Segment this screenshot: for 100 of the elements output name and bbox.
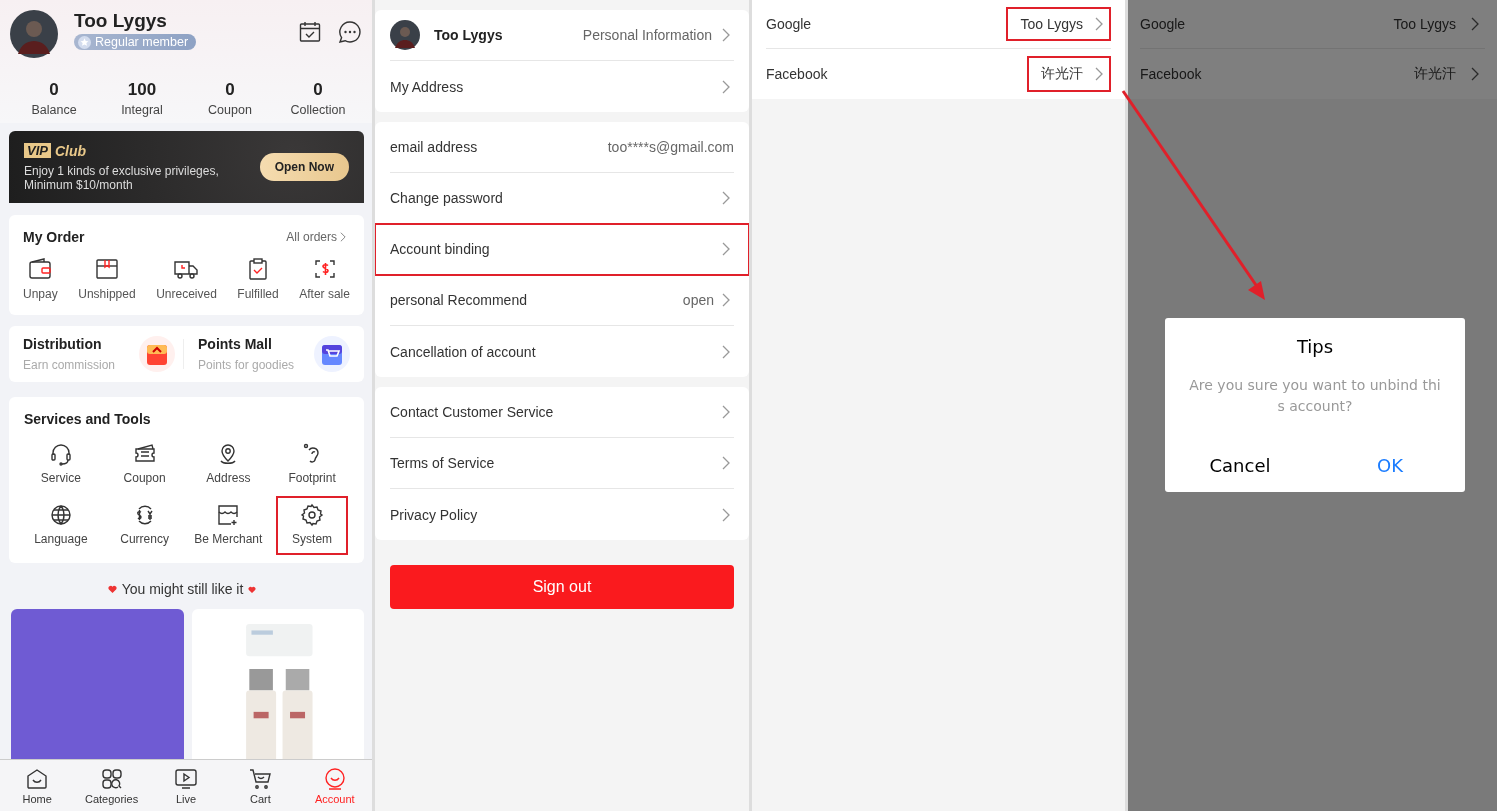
bound-account[interactable]: 许光汗 [1027,56,1111,92]
dollar-exchange-icon[interactable] [312,257,337,281]
globe-icon [48,503,73,527]
service-item[interactable]: Address [188,435,269,494]
row-label: Contact Customer Service [390,404,554,420]
smile-icon [322,766,347,791]
account-name: Too Lygys [1393,16,1456,32]
tab-bar-item[interactable]: Home [7,766,68,805]
tab-bar-item[interactable]: Categories [81,766,142,805]
open-now-button[interactable]: Open Now [259,153,349,181]
chevron-right-icon [1471,17,1479,31]
service-item[interactable]: Footprint [272,435,352,494]
order-status-label[interactable]: Unpay [23,287,58,301]
bound-account[interactable]: Too Lygys [1006,7,1111,41]
stat-label: Balance [31,103,77,117]
calendar-check-icon[interactable] [298,20,322,44]
account-name: 许光汗 [1041,65,1083,83]
row-value: too****s@gmail.com [607,139,734,155]
box-icon[interactable] [94,257,119,281]
settings-icon [300,503,325,527]
heart-icon [107,585,117,593]
stat-value: 0 [313,80,323,100]
row-label: Change password [390,190,503,206]
service-item[interactable]: System [276,496,348,555]
settings-row[interactable]: Account binding [375,224,749,275]
promo-title[interactable]: Points Mall [198,336,295,352]
stat-label: Coupon [208,103,252,117]
row-label: My Address [390,78,464,95]
avatar [10,10,58,58]
grid-icon [99,766,124,791]
dialog-title: Tips [1296,336,1334,357]
row-value: open [682,292,714,308]
stat-label: Integral [121,103,163,117]
settings-row[interactable]: Cancellation of account [390,326,734,377]
cart-icon [248,766,273,791]
home-icon [25,766,50,791]
tab-bar-item[interactable]: Account [304,766,365,805]
personal-information-link[interactable]: Personal Information [582,27,712,43]
order-status-label[interactable]: After sale [299,287,350,301]
storefront-icon [216,503,241,527]
tab-bar-item[interactable]: Cart [230,766,291,805]
order-status-label[interactable]: Fulfilled [237,287,279,301]
stat-value: 0 [225,80,235,100]
recommend-title: You might still like it [121,581,244,597]
wallet-icon[interactable] [28,257,53,281]
avatar [390,20,420,50]
stat-value: 0 [49,80,59,100]
shopping-bag-icon[interactable] [314,336,350,372]
order-status-label[interactable]: Unreceived [156,287,217,301]
profile-row[interactable]: Too Lygys Personal Information [390,10,734,61]
chevron-right-icon [722,242,730,256]
settings-row[interactable]: email address too****s@gmail.com [390,122,734,173]
chevron-right-icon [722,28,730,42]
promo-subtitle: Points for goodies [198,358,295,372]
service-item[interactable]: Be Merchant [188,496,269,555]
vip-description: Enjoy 1 kinds of exclusive privileges, Minimum $10/month [24,163,220,192]
user-name: Too Lygys [74,10,168,32]
settings-row[interactable]: personal Recommend open [390,275,734,326]
chevron-right-icon [722,79,730,94]
service-item[interactable]: Service [21,435,101,494]
account-name: 许光汗 [1414,65,1456,83]
sign-out-button[interactable]: Sign out [390,565,734,609]
account-name: Too Lygys [1020,16,1083,32]
all-orders-link[interactable]: All orders [286,230,337,244]
stat-label: Collection [290,103,346,117]
chat-icon[interactable] [338,20,362,44]
heart-icon [248,585,257,593]
play-screen-icon [173,766,198,791]
chevron-right-icon [722,405,730,419]
settings-row[interactable]: My Address [390,61,734,112]
stat-value: 100 [127,80,157,100]
settings-row[interactable]: Terms of Service [390,438,734,489]
account-provider-label: Facebook [1140,66,1202,82]
account-provider-label: Facebook [766,66,828,82]
user-name: Too Lygys [434,27,503,43]
service-item[interactable]: Language [21,496,101,555]
tab-bar-item[interactable]: Live [155,766,216,805]
dialog-message: Are you sure you want to unbind this account? [1188,376,1442,416]
service-item[interactable]: Currency [104,496,185,555]
chevron-right-icon [1095,17,1103,31]
account-provider-label: Google [766,16,812,32]
cancel-button[interactable]: Cancel [1165,449,1315,482]
order-status-label[interactable]: Unshipped [78,287,136,301]
gift-box-icon[interactable] [139,336,175,372]
service-item[interactable]: Coupon [104,435,185,494]
chevron-right-icon [722,507,730,522]
chevron-right-icon [340,232,346,242]
row-label: email address [390,139,478,155]
ok-button[interactable]: OK [1315,449,1465,482]
chevron-right-icon [1471,67,1479,81]
row-label: Privacy Policy [390,506,478,523]
promo-title[interactable]: Distribution [23,336,116,352]
settings-row[interactable]: Privacy Policy [390,489,734,540]
section-title: Services and Tools [24,411,152,427]
headset-icon [48,442,73,466]
row-label: Account binding [390,241,490,257]
settings-row[interactable]: Contact Customer Service [390,387,734,438]
member-badge: Regular member [74,34,197,50]
settings-row[interactable]: Change password [390,173,734,224]
row-label: personal Recommend [390,292,527,308]
